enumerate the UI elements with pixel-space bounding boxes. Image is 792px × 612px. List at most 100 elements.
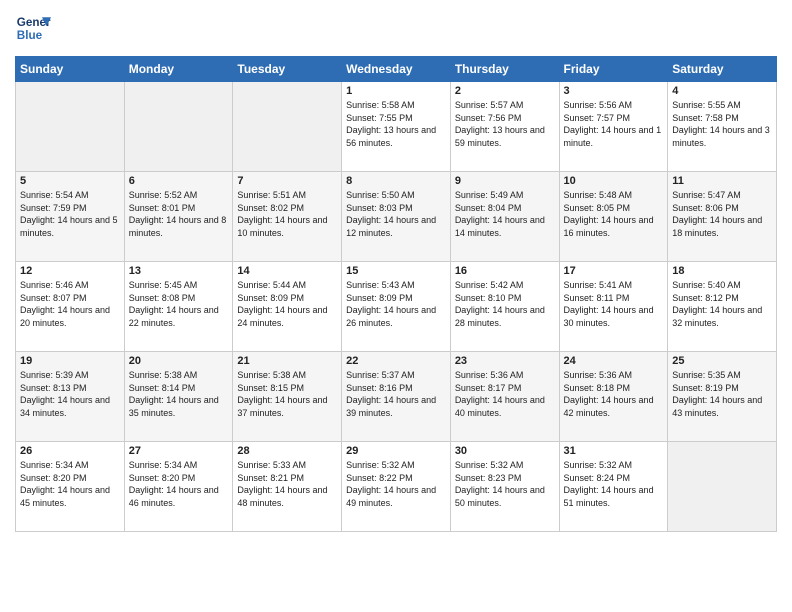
calendar-cell: 20 Sunrise: 5:38 AMSunset: 8:14 PMDayligh… bbox=[124, 352, 233, 442]
calendar-cell: 4Sunrise: 5:55 AMSunset: 7:58 PMDaylight… bbox=[668, 82, 777, 172]
day-number: 27 bbox=[129, 445, 229, 457]
calendar-cell: 1Sunrise: 5:58 AMSunset: 7:55 PMDaylight… bbox=[342, 82, 451, 172]
calendar-week-row: 26 Sunrise: 5:34 AMSunset: 8:20 PMDayligh… bbox=[16, 442, 777, 532]
day-number: 7 bbox=[237, 175, 337, 187]
day-info: Sunrise: 5:33 AMSunset: 8:21 PMDaylight:… bbox=[237, 459, 337, 509]
calendar-cell: 28 Sunrise: 5:33 AMSunset: 8:21 PMDayligh… bbox=[233, 442, 342, 532]
day-number: 3 bbox=[564, 85, 664, 97]
day-number: 17 bbox=[564, 265, 664, 277]
calendar-cell: 29 Sunrise: 5:32 AMSunset: 8:22 PMDayligh… bbox=[342, 442, 451, 532]
day-number: 30 bbox=[455, 445, 555, 457]
day-info: Sunrise: 5:49 AMSunset: 8:04 PMDaylight:… bbox=[455, 189, 555, 239]
calendar-cell: 2Sunrise: 5:57 AMSunset: 7:56 PMDaylight… bbox=[450, 82, 559, 172]
calendar-cell: 23 Sunrise: 5:36 AMSunset: 8:17 PMDayligh… bbox=[450, 352, 559, 442]
day-number: 10 bbox=[564, 175, 664, 187]
calendar-week-row: 19Sunrise: 5:39 AMSunset: 8:13 PMDayligh… bbox=[16, 352, 777, 442]
day-number: 16 bbox=[455, 265, 555, 277]
day-info: Sunrise: 5:37 AMSunset: 8:16 PMDaylight:… bbox=[346, 369, 446, 419]
calendar-cell bbox=[233, 82, 342, 172]
header: General Blue bbox=[15, 10, 777, 46]
day-number: 21 bbox=[237, 355, 337, 367]
day-number: 23 bbox=[455, 355, 555, 367]
day-number: 6 bbox=[129, 175, 229, 187]
day-info: Sunrise: 5:48 AMSunset: 8:05 PMDaylight:… bbox=[564, 189, 664, 239]
day-number: 31 bbox=[564, 445, 664, 457]
day-info: Sunrise: 5:38 AMSunset: 8:15 PMDaylight:… bbox=[237, 369, 337, 419]
day-info: Sunrise: 5:54 AMSunset: 7:59 PMDaylight:… bbox=[20, 189, 120, 239]
day-number: 26 bbox=[20, 445, 120, 457]
day-number: 5 bbox=[20, 175, 120, 187]
calendar-cell: 27 Sunrise: 5:34 AMSunset: 8:20 PMDayligh… bbox=[124, 442, 233, 532]
weekday-header: Friday bbox=[559, 57, 668, 82]
calendar-week-row: 5 Sunrise: 5:54 AMSunset: 7:59 PMDaylight… bbox=[16, 172, 777, 262]
day-info: Sunrise: 5:57 AMSunset: 7:56 PMDaylight:… bbox=[455, 99, 555, 149]
calendar-cell: 3 Sunrise: 5:56 AMSunset: 7:57 PMDaylight… bbox=[559, 82, 668, 172]
calendar-table: SundayMondayTuesdayWednesdayThursdayFrid… bbox=[15, 56, 777, 532]
calendar-cell bbox=[124, 82, 233, 172]
day-number: 1 bbox=[346, 85, 446, 97]
calendar-cell: 10 Sunrise: 5:48 AMSunset: 8:05 PMDayligh… bbox=[559, 172, 668, 262]
calendar-cell: 11 Sunrise: 5:47 AMSunset: 8:06 PMDayligh… bbox=[668, 172, 777, 262]
calendar-cell: 26 Sunrise: 5:34 AMSunset: 8:20 PMDayligh… bbox=[16, 442, 125, 532]
day-info: Sunrise: 5:42 AMSunset: 8:10 PMDaylight:… bbox=[455, 279, 555, 329]
logo-icon: General Blue bbox=[15, 10, 51, 46]
calendar-header: SundayMondayTuesdayWednesdayThursdayFrid… bbox=[16, 57, 777, 82]
calendar-cell: 17 Sunrise: 5:41 AMSunset: 8:11 PMDayligh… bbox=[559, 262, 668, 352]
day-info: Sunrise: 5:44 AMSunset: 8:09 PMDaylight:… bbox=[237, 279, 337, 329]
day-number: 20 bbox=[129, 355, 229, 367]
calendar-cell: 31 Sunrise: 5:32 AMSunset: 8:24 PMDayligh… bbox=[559, 442, 668, 532]
day-info: Sunrise: 5:41 AMSunset: 8:11 PMDaylight:… bbox=[564, 279, 664, 329]
calendar-cell: 8Sunrise: 5:50 AMSunset: 8:03 PMDaylight… bbox=[342, 172, 451, 262]
day-info: Sunrise: 5:36 AMSunset: 8:17 PMDaylight:… bbox=[455, 369, 555, 419]
calendar-cell: 12Sunrise: 5:46 AMSunset: 8:07 PMDayligh… bbox=[16, 262, 125, 352]
day-number: 29 bbox=[346, 445, 446, 457]
day-info: Sunrise: 5:36 AMSunset: 8:18 PMDaylight:… bbox=[564, 369, 664, 419]
day-info: Sunrise: 5:45 AMSunset: 8:08 PMDaylight:… bbox=[129, 279, 229, 329]
day-info: Sunrise: 5:55 AMSunset: 7:58 PMDaylight:… bbox=[672, 99, 772, 149]
calendar-cell: 7Sunrise: 5:51 AMSunset: 8:02 PMDaylight… bbox=[233, 172, 342, 262]
day-number: 18 bbox=[672, 265, 772, 277]
day-number: 14 bbox=[237, 265, 337, 277]
weekday-header: Wednesday bbox=[342, 57, 451, 82]
calendar-cell: 21 Sunrise: 5:38 AMSunset: 8:15 PMDayligh… bbox=[233, 352, 342, 442]
calendar-cell: 18 Sunrise: 5:40 AMSunset: 8:12 PMDayligh… bbox=[668, 262, 777, 352]
day-number: 12 bbox=[20, 265, 120, 277]
calendar-week-row: 12Sunrise: 5:46 AMSunset: 8:07 PMDayligh… bbox=[16, 262, 777, 352]
calendar-cell bbox=[16, 82, 125, 172]
day-info: Sunrise: 5:56 AMSunset: 7:57 PMDaylight:… bbox=[564, 99, 664, 149]
calendar-week-row: 1Sunrise: 5:58 AMSunset: 7:55 PMDaylight… bbox=[16, 82, 777, 172]
day-info: Sunrise: 5:32 AMSunset: 8:22 PMDaylight:… bbox=[346, 459, 446, 509]
day-info: Sunrise: 5:39 AMSunset: 8:13 PMDaylight:… bbox=[20, 369, 120, 419]
day-info: Sunrise: 5:34 AMSunset: 8:20 PMDaylight:… bbox=[20, 459, 120, 509]
day-info: Sunrise: 5:50 AMSunset: 8:03 PMDaylight:… bbox=[346, 189, 446, 239]
day-info: Sunrise: 5:34 AMSunset: 8:20 PMDaylight:… bbox=[129, 459, 229, 509]
day-info: Sunrise: 5:52 AMSunset: 8:01 PMDaylight:… bbox=[129, 189, 229, 239]
weekday-header: Thursday bbox=[450, 57, 559, 82]
calendar-cell: 9Sunrise: 5:49 AMSunset: 8:04 PMDaylight… bbox=[450, 172, 559, 262]
calendar-cell: 6 Sunrise: 5:52 AMSunset: 8:01 PMDaylight… bbox=[124, 172, 233, 262]
day-info: Sunrise: 5:40 AMSunset: 8:12 PMDaylight:… bbox=[672, 279, 772, 329]
calendar-cell: 15Sunrise: 5:43 AMSunset: 8:09 PMDayligh… bbox=[342, 262, 451, 352]
day-number: 15 bbox=[346, 265, 446, 277]
calendar-cell: 19Sunrise: 5:39 AMSunset: 8:13 PMDayligh… bbox=[16, 352, 125, 442]
day-info: Sunrise: 5:35 AMSunset: 8:19 PMDaylight:… bbox=[672, 369, 772, 419]
day-info: Sunrise: 5:38 AMSunset: 8:14 PMDaylight:… bbox=[129, 369, 229, 419]
day-number: 24 bbox=[564, 355, 664, 367]
calendar-cell bbox=[668, 442, 777, 532]
day-info: Sunrise: 5:47 AMSunset: 8:06 PMDaylight:… bbox=[672, 189, 772, 239]
calendar-cell: 25 Sunrise: 5:35 AMSunset: 8:19 PMDayligh… bbox=[668, 352, 777, 442]
calendar-cell: 13 Sunrise: 5:45 AMSunset: 8:08 PMDayligh… bbox=[124, 262, 233, 352]
weekday-header: Saturday bbox=[668, 57, 777, 82]
day-number: 22 bbox=[346, 355, 446, 367]
day-number: 13 bbox=[129, 265, 229, 277]
logo: General Blue bbox=[15, 10, 51, 46]
day-number: 28 bbox=[237, 445, 337, 457]
day-number: 11 bbox=[672, 175, 772, 187]
day-info: Sunrise: 5:32 AMSunset: 8:24 PMDaylight:… bbox=[564, 459, 664, 509]
weekday-header: Sunday bbox=[16, 57, 125, 82]
weekday-header: Tuesday bbox=[233, 57, 342, 82]
day-info: Sunrise: 5:32 AMSunset: 8:23 PMDaylight:… bbox=[455, 459, 555, 509]
day-number: 25 bbox=[672, 355, 772, 367]
calendar-cell: 14 Sunrise: 5:44 AMSunset: 8:09 PMDayligh… bbox=[233, 262, 342, 352]
calendar-cell: 16 Sunrise: 5:42 AMSunset: 8:10 PMDayligh… bbox=[450, 262, 559, 352]
